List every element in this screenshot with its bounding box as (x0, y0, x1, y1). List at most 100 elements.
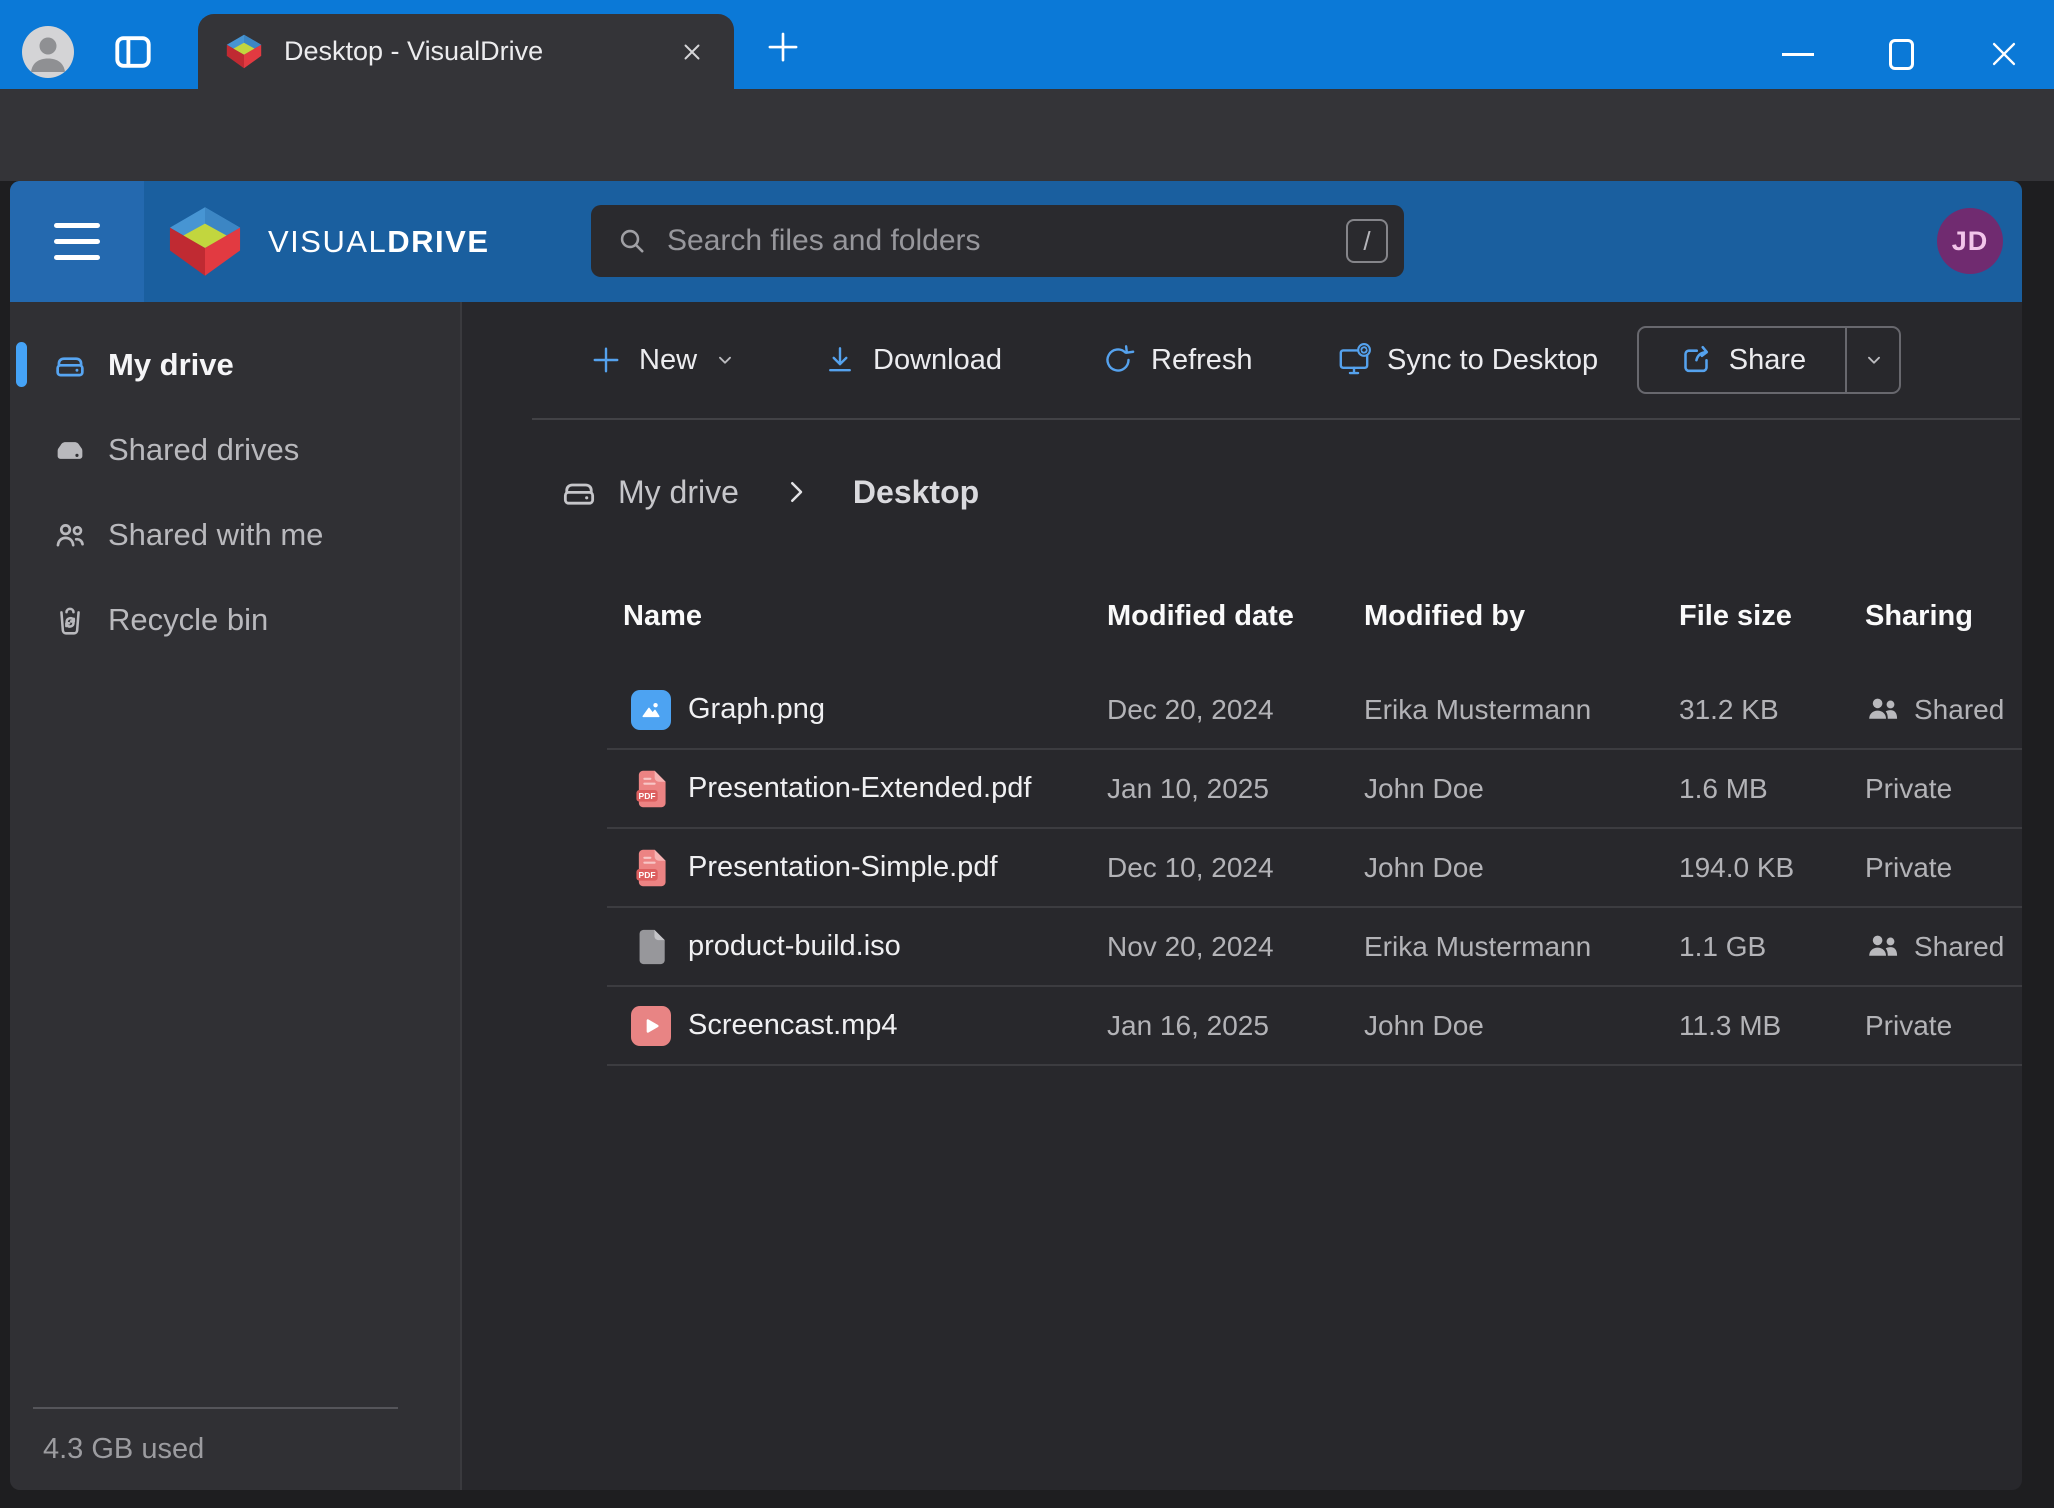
column-header-modified-date[interactable]: Modified date (1107, 600, 1364, 633)
column-header-modified-by[interactable]: Modified by (1364, 600, 1679, 633)
window-maximize-icon[interactable] (1869, 34, 1933, 74)
brand-bold: DRIVE (387, 224, 489, 260)
sharing-label: Shared (1914, 694, 2004, 726)
sidebar-item-label: Shared drives (108, 432, 299, 468)
file-modified-date: Jan 16, 2025 (1107, 1010, 1364, 1042)
shared-drives-icon (51, 431, 89, 469)
new-button[interactable]: New (588, 302, 736, 418)
table-row[interactable]: product-build.iso Nov 20, 2024 Erika Mus… (607, 908, 2022, 987)
chevron-down-icon (1863, 349, 1885, 371)
file-name: product-build.iso (688, 930, 901, 963)
share-label: Share (1729, 344, 1806, 377)
sidebar-nav: My drive Shared drives (10, 322, 460, 662)
file-modified-date: Dec 20, 2024 (1107, 694, 1364, 726)
table-row[interactable]: Graph.png Dec 20, 2024 Erika Mustermann … (607, 671, 2022, 750)
sharing-status: Private (1865, 852, 2022, 884)
file-size: 11.3 MB (1679, 1010, 1865, 1042)
user-avatar[interactable]: JD (1937, 208, 2003, 274)
browser-profile-avatar[interactable] (22, 26, 74, 78)
app-header: VISUALDRIVE / JD (10, 181, 2022, 302)
workspaces-icon[interactable] (110, 29, 156, 75)
image-file-icon (631, 690, 671, 730)
file-modified-by: Erika Mustermann (1364, 931, 1679, 963)
file-modified-date: Dec 10, 2024 (1107, 852, 1364, 884)
window-minimize-icon[interactable] (1766, 34, 1830, 74)
generic-file-icon (631, 927, 671, 967)
file-name: Graph.png (688, 693, 825, 726)
breadcrumb-root[interactable]: My drive (618, 474, 739, 511)
svg-text:PDF: PDF (639, 790, 656, 800)
window-close-icon[interactable] (1972, 34, 2036, 74)
active-indicator (16, 342, 27, 387)
file-size: 1.1 GB (1679, 931, 1865, 963)
sharing-status: Shared (1865, 929, 2022, 965)
column-header-file-size[interactable]: File size (1679, 600, 1865, 633)
table-header: Name Modified date Modified by File size… (607, 561, 2022, 671)
sync-to-desktop-button[interactable]: Sync to Desktop (1336, 302, 1598, 418)
svg-text:PDF: PDF (639, 869, 656, 879)
column-header-name[interactable]: Name (607, 600, 1107, 633)
file-modified-by: John Doe (1364, 852, 1679, 884)
file-modified-date: Jan 10, 2025 (1107, 773, 1364, 805)
file-modified-by: Erika Mustermann (1364, 694, 1679, 726)
search-input[interactable] (667, 224, 1346, 258)
file-size: 194.0 KB (1679, 852, 1865, 884)
table-row[interactable]: PDF Presentation-Extended.pdf Jan 10, 20… (607, 750, 2022, 829)
visualdrive-logo-icon (164, 204, 246, 279)
shared-people-icon (1865, 929, 1901, 965)
sharing-label: Private (1865, 1010, 1952, 1042)
storage-divider (33, 1407, 398, 1409)
share-button[interactable]: Share (1639, 328, 1845, 392)
brand-wordmark: VISUALDRIVE (268, 181, 490, 302)
storage-used-label: 4.3 GB used (43, 1433, 204, 1466)
table-row[interactable]: Screencast.mp4 Jan 16, 2025 John Doe 11.… (607, 987, 2022, 1066)
file-size: 31.2 KB (1679, 694, 1865, 726)
plus-icon (588, 342, 624, 378)
sharing-label: Shared (1914, 931, 2004, 963)
pdf-file-icon: PDF (631, 848, 671, 888)
browser-titlebar: Desktop - VisualDrive (0, 0, 2054, 89)
table-row[interactable]: PDF Presentation-Simple.pdf Dec 10, 2024… (607, 829, 2022, 908)
sync-label: Sync to Desktop (1387, 344, 1598, 377)
search-shortcut-badge: / (1346, 219, 1388, 263)
sidebar-item-recycle-bin[interactable]: Recycle bin (10, 577, 460, 662)
browser-navbar: https://visualdrive.example.com/d/a7QWi7… (0, 89, 2054, 181)
visualdrive-app: VISUALDRIVE / JD My (10, 181, 2022, 1490)
file-modified-by: John Doe (1364, 773, 1679, 805)
sharing-status: Private (1865, 773, 2022, 805)
file-modified-date: Nov 20, 2024 (1107, 931, 1364, 963)
content-area: New Download Refresh (464, 302, 2022, 1490)
sidebar-item-label: Shared with me (108, 517, 323, 553)
file-size: 1.6 MB (1679, 773, 1865, 805)
recycle-bin-icon (51, 601, 89, 639)
chevron-right-icon (781, 477, 811, 507)
sidebar: My drive Shared drives (10, 302, 462, 1490)
sync-desktop-icon (1336, 342, 1372, 378)
sidebar-item-my-drive[interactable]: My drive (10, 322, 460, 407)
column-header-sharing[interactable]: Sharing (1865, 600, 2022, 633)
toolbar-divider (532, 418, 2020, 420)
refresh-label: Refresh (1151, 344, 1253, 377)
sidebar-item-shared-drives[interactable]: Shared drives (10, 407, 460, 492)
hamburger-menu-icon[interactable] (10, 181, 144, 302)
search-box[interactable]: / (591, 205, 1404, 277)
file-table: Name Modified date Modified by File size… (607, 561, 2022, 1066)
file-modified-by: John Doe (1364, 1010, 1679, 1042)
share-dropdown-button[interactable] (1847, 328, 1899, 392)
tab-close-icon[interactable] (670, 30, 714, 74)
refresh-button[interactable]: Refresh (1100, 302, 1253, 418)
sidebar-item-shared-with-me[interactable]: Shared with me (10, 492, 460, 577)
download-icon (822, 342, 858, 378)
drive-icon (558, 471, 600, 513)
sharing-label: Private (1865, 852, 1952, 884)
brand-regular: VISUAL (268, 224, 387, 260)
person-icon (22, 26, 74, 78)
file-name: Screencast.mp4 (688, 1009, 898, 1042)
sidebar-item-label: My drive (108, 347, 234, 383)
tab-title: Desktop - VisualDrive (284, 36, 670, 67)
download-button[interactable]: Download (822, 302, 1002, 418)
browser-tab[interactable]: Desktop - VisualDrive (198, 14, 734, 89)
new-tab-icon[interactable] (758, 30, 808, 64)
people-icon (51, 516, 89, 554)
video-file-icon (631, 1006, 671, 1046)
